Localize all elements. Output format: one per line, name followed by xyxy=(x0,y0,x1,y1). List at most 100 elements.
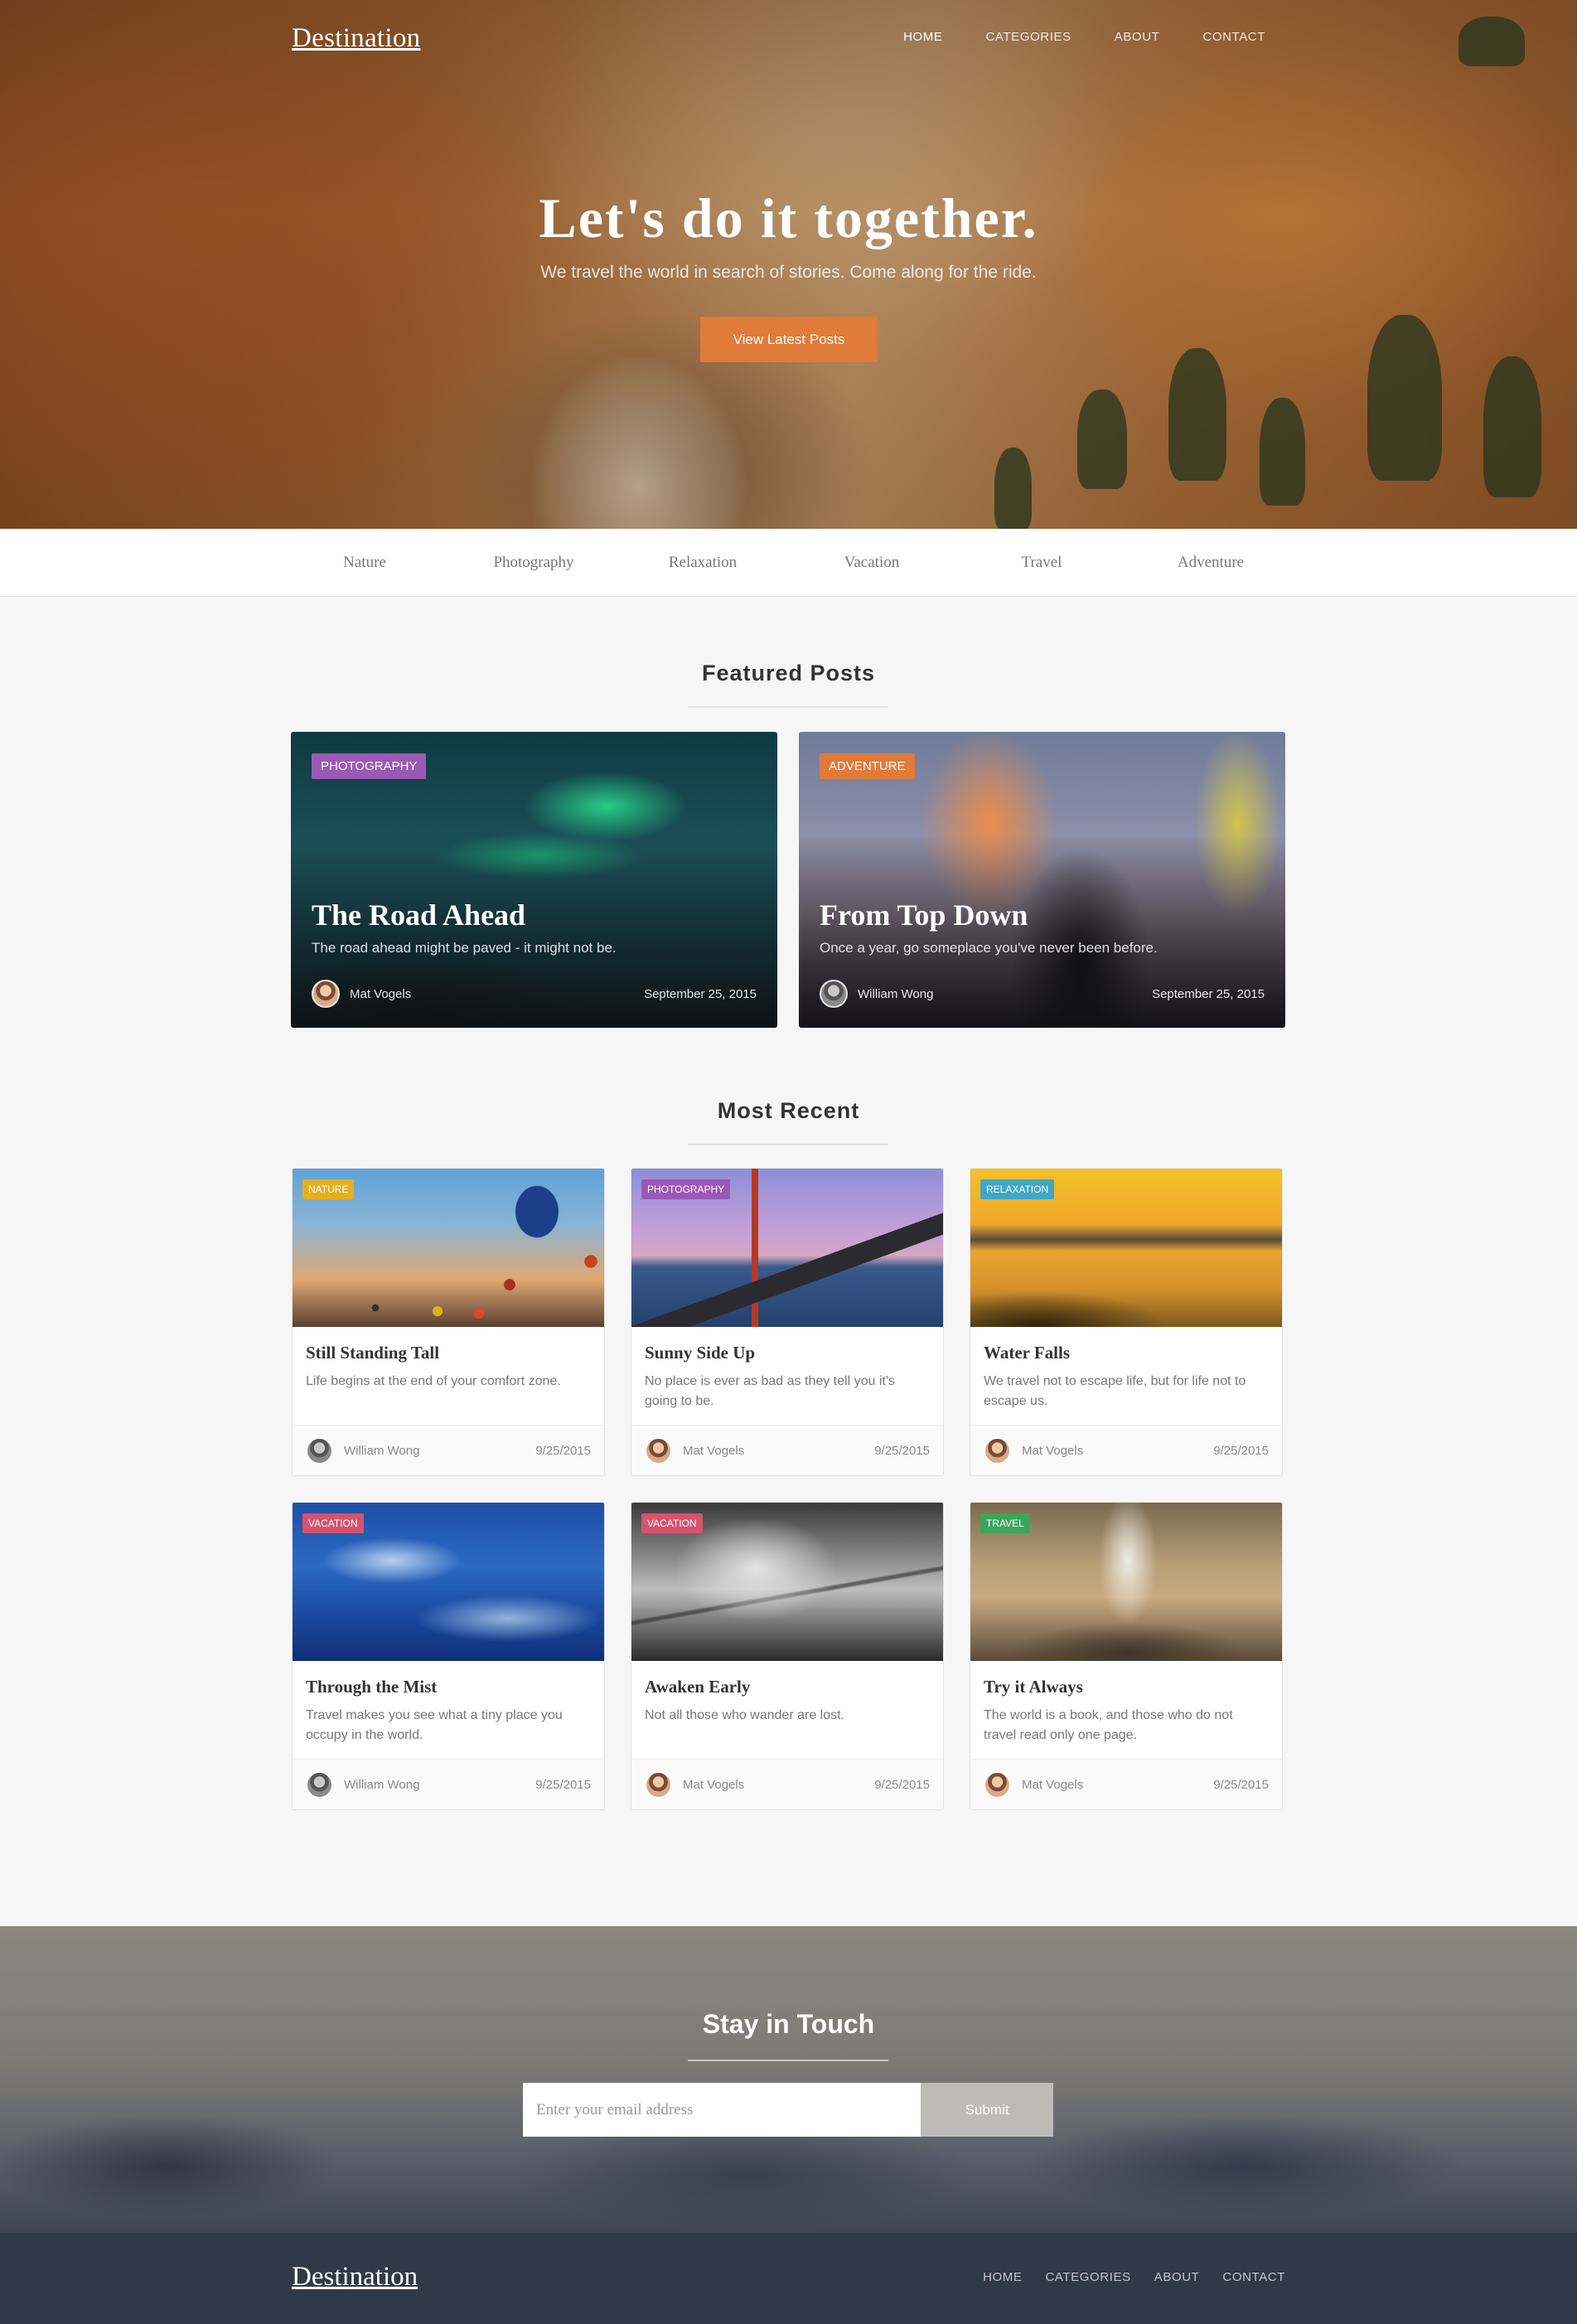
email-input[interactable] xyxy=(523,2083,922,2137)
recent-heading: Most Recent xyxy=(717,1098,860,1123)
post-date: 9/25/2015 xyxy=(874,1444,930,1458)
nav-about[interactable]: ABOUT xyxy=(1115,30,1160,44)
author-avatar xyxy=(306,1437,333,1465)
author-avatar xyxy=(984,1437,1011,1465)
featured-heading-rule xyxy=(688,706,888,708)
post-title[interactable]: Water Falls xyxy=(984,1343,1070,1363)
post-footer: Mat Vogels 9/25/2015 xyxy=(970,1759,1282,1809)
recent-post-card[interactable]: VACATION Through the Mist Travel makes y… xyxy=(292,1502,605,1810)
hero-title: Let's do it together. xyxy=(539,186,1038,249)
hero-subtitle: We travel the world in search of stories… xyxy=(540,263,1037,282)
category-vacation[interactable]: Vacation xyxy=(805,554,938,572)
featured-post-card[interactable]: ADVENTURE From Top Down Once a year, go … xyxy=(799,732,1285,1028)
featured-post-title[interactable]: The Road Ahead xyxy=(312,898,525,932)
recent-post-card[interactable]: RELAXATION Water Falls We travel not to … xyxy=(970,1168,1283,1476)
author-avatar xyxy=(984,1771,1011,1799)
post-footer: Mat Vogels 9/25/2015 xyxy=(631,1425,943,1475)
footer-logo[interactable]: Destination xyxy=(292,2262,418,2293)
author-name[interactable]: Mat Vogels xyxy=(683,1444,744,1458)
main-nav: HOME CATEGORIES ABOUT CONTACT xyxy=(903,30,1265,44)
category-photography[interactable]: Photography xyxy=(467,554,600,572)
category-badge[interactable]: TRAVEL xyxy=(980,1513,1030,1533)
category-badge[interactable]: PHOTOGRAPHY xyxy=(312,753,427,779)
post-description: Travel makes you see what a tiny place y… xyxy=(306,1708,563,1742)
post-title[interactable]: Through the Mist xyxy=(306,1677,437,1697)
category-badge[interactable]: ADVENTURE xyxy=(820,753,915,779)
author-name[interactable]: Mat Vogels xyxy=(683,1778,744,1792)
post-title[interactable]: Try it Always xyxy=(984,1677,1083,1697)
newsletter-section: Stay in Touch Submit xyxy=(0,1926,1577,2233)
post-footer: William Wong 9/25/2015 xyxy=(293,1425,604,1475)
nav-categories[interactable]: CATEGORIES xyxy=(985,30,1071,44)
author-name[interactable]: William Wong xyxy=(344,1444,419,1458)
post-title[interactable]: Awaken Early xyxy=(645,1677,750,1697)
nav-home[interactable]: HOME xyxy=(903,30,942,44)
category-adventure[interactable]: Adventure xyxy=(1144,554,1277,572)
footer-link-about[interactable]: ABOUT xyxy=(1154,2270,1200,2284)
recent-post-card[interactable]: PHOTOGRAPHY Sunny Side Up No place is ev… xyxy=(631,1168,944,1476)
category-badge[interactable]: RELAXATION xyxy=(980,1179,1055,1199)
author-name[interactable]: Mat Vogels xyxy=(1022,1444,1083,1458)
site-footer: Destination HOME CATEGORIES ABOUT CONTAC… xyxy=(0,2233,1577,2324)
post-date: 9/25/2015 xyxy=(1213,1444,1269,1458)
footer-link-contact[interactable]: CONTACT xyxy=(1222,2270,1285,2284)
author-name[interactable]: William Wong xyxy=(344,1778,419,1792)
author-name[interactable]: William Wong xyxy=(858,987,933,1001)
hero-tree xyxy=(1458,17,1525,66)
author-name[interactable]: Mat Vogels xyxy=(1022,1778,1083,1792)
post-date: 9/25/2015 xyxy=(535,1444,591,1458)
view-latest-posts-button[interactable]: View Latest Posts xyxy=(700,317,878,362)
post-title[interactable]: Sunny Side Up xyxy=(645,1343,755,1363)
submit-button[interactable]: Submit xyxy=(921,2083,1053,2137)
post-footer: Mat Vogels 9/25/2015 xyxy=(631,1759,943,1809)
hero-tree xyxy=(994,448,1032,529)
footer-link-home[interactable]: HOME xyxy=(983,2270,1022,2284)
category-travel[interactable]: Travel xyxy=(975,554,1108,572)
post-description: Not all those who wander are lost. xyxy=(645,1708,845,1722)
hero-tree xyxy=(1168,348,1226,481)
post-description: The world is a book, and those who do no… xyxy=(984,1708,1233,1742)
site-logo[interactable]: Destination xyxy=(292,23,420,54)
recent-heading-rule xyxy=(688,1144,888,1145)
hero-tree xyxy=(1077,390,1127,489)
newsletter-heading-rule xyxy=(688,2060,888,2061)
recent-post-card[interactable]: NATURE Still Standing Tall Life begins a… xyxy=(292,1168,605,1476)
hero-tree xyxy=(1260,398,1305,506)
post-footer: William Wong 9/25/2015 xyxy=(293,1759,604,1809)
hero-tree xyxy=(1367,315,1442,481)
category-badge[interactable]: VACATION xyxy=(641,1513,703,1533)
featured-heading: Featured Posts xyxy=(701,661,876,685)
post-date: September 25, 2015 xyxy=(1152,987,1265,1001)
author-avatar xyxy=(645,1437,672,1465)
category-badge[interactable]: NATURE xyxy=(302,1179,355,1199)
category-badge[interactable]: VACATION xyxy=(302,1513,364,1533)
post-date: 9/25/2015 xyxy=(874,1778,930,1792)
post-title[interactable]: Still Standing Tall xyxy=(306,1343,439,1363)
category-relaxation[interactable]: Relaxation xyxy=(636,554,769,572)
author-avatar xyxy=(645,1771,672,1799)
newsletter-heading: Stay in Touch xyxy=(702,2009,875,2039)
author-avatar xyxy=(820,980,848,1008)
hero-tree xyxy=(1483,356,1541,497)
hero-banner: Destination HOME CATEGORIES ABOUT CONTAC… xyxy=(0,0,1577,529)
post-footer: Mat Vogels 9/25/2015 xyxy=(970,1425,1282,1475)
featured-post-subtitle: Once a year, go someplace you've never b… xyxy=(820,940,1158,956)
post-date: September 25, 2015 xyxy=(644,987,757,1001)
footer-nav: HOME CATEGORIES ABOUT CONTACT xyxy=(983,2270,1285,2284)
author-avatar xyxy=(306,1771,333,1799)
author-name[interactable]: Mat Vogels xyxy=(350,987,411,1001)
category-nature[interactable]: Nature xyxy=(298,554,431,572)
nav-contact[interactable]: CONTACT xyxy=(1202,30,1265,44)
post-description: We travel not to escape life, but for li… xyxy=(984,1374,1246,1408)
featured-post-card[interactable]: PHOTOGRAPHY The Road Ahead The road ahea… xyxy=(291,732,777,1028)
featured-post-title[interactable]: From Top Down xyxy=(820,898,1028,932)
recent-post-card[interactable]: VACATION Awaken Early Not all those who … xyxy=(631,1502,944,1810)
author-avatar xyxy=(312,980,340,1008)
post-description: No place is ever as bad as they tell you… xyxy=(645,1374,895,1408)
recent-post-card[interactable]: TRAVEL Try it Always The world is a book… xyxy=(970,1502,1283,1810)
category-badge[interactable]: PHOTOGRAPHY xyxy=(641,1179,731,1199)
footer-link-categories[interactable]: CATEGORIES xyxy=(1045,2270,1130,2284)
post-date: 9/25/2015 xyxy=(535,1778,591,1792)
featured-post-subtitle: The road ahead might be paved - it might… xyxy=(312,940,617,956)
category-bar: Nature Photography Relaxation Vacation T… xyxy=(0,529,1577,597)
